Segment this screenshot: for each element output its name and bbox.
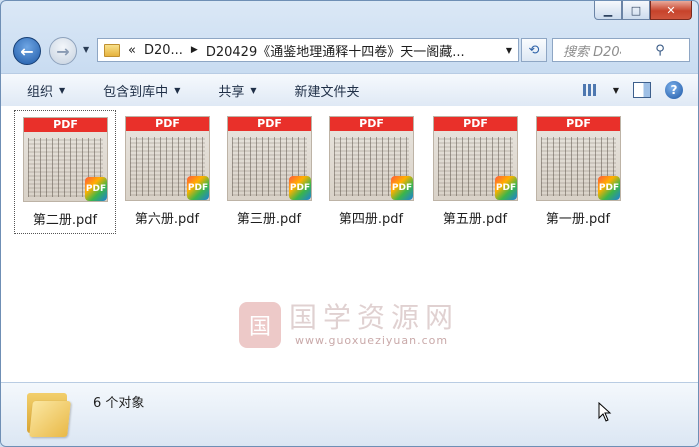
- watermark-text: 国学资源网: [289, 301, 460, 334]
- file-item[interactable]: PDF PDF 第五册.pdf: [425, 110, 525, 232]
- file-item[interactable]: PDF PDF 第二册.pdf: [14, 110, 116, 234]
- preview-pane-button[interactable]: [630, 78, 654, 102]
- pdf-app-icon: PDF: [289, 176, 311, 200]
- search-icon[interactable]: ⚲: [631, 43, 689, 58]
- share-label: 共享: [218, 84, 245, 100]
- help-icon: ?: [665, 81, 683, 99]
- breadcrumb-item-current[interactable]: D20429《通鉴地理通释十四卷》天一阁藏...: [206, 41, 465, 60]
- file-name: 第五册.pdf: [442, 212, 508, 227]
- pdf-app-icon: PDF: [495, 176, 517, 200]
- folder-icon: [25, 391, 71, 439]
- watermark: 国 国学资源网 www.guoxueziyuan.com: [239, 296, 459, 352]
- breadcrumb-chevron-icon[interactable]: ▶: [191, 45, 198, 55]
- navigation-bar: ← → ▼ « D20... ▶ D20429《通鉴地理通释十四卷》天一阁藏..…: [1, 37, 698, 65]
- new-folder-button[interactable]: 新建文件夹: [283, 77, 372, 103]
- file-name: 第三册.pdf: [236, 212, 302, 227]
- refresh-button[interactable]: ⟲: [521, 38, 547, 62]
- back-button[interactable]: ←: [13, 37, 41, 65]
- pdf-app-icon: PDF: [391, 176, 413, 200]
- pdf-thumbnail: PDF PDF: [23, 117, 108, 202]
- new-folder-label: 新建文件夹: [294, 84, 360, 100]
- breadcrumb-overflow[interactable]: «: [128, 43, 136, 58]
- pdf-thumbnail: PDF PDF: [536, 116, 621, 201]
- change-view-button[interactable]: [578, 78, 602, 102]
- command-bar: 组织 ▼ 包含到库中 ▼ 共享 ▼ 新建文件夹 ▼ ?: [1, 73, 698, 107]
- maximize-button[interactable]: □: [622, 1, 650, 20]
- pdf-thumbnail: PDF PDF: [329, 116, 414, 201]
- file-item[interactable]: PDF PDF 第四册.pdf: [321, 110, 421, 232]
- pdf-thumbnail: PDF PDF: [227, 116, 312, 201]
- file-name: 第二册.pdf: [32, 213, 98, 228]
- organize-label: 组织: [27, 84, 54, 100]
- address-bar[interactable]: « D20... ▶ D20429《通鉴地理通释十四卷》天一阁藏... ▼: [97, 38, 519, 62]
- pdf-app-icon: PDF: [187, 176, 209, 200]
- file-item[interactable]: PDF PDF 第三册.pdf: [219, 110, 319, 232]
- recent-pages-dropdown-icon[interactable]: ▼: [83, 45, 89, 54]
- refresh-icon: ⟲: [528, 42, 540, 58]
- back-arrow-icon: ←: [20, 41, 34, 61]
- file-name: 第一册.pdf: [545, 212, 611, 227]
- help-button[interactable]: ?: [662, 78, 686, 102]
- chevron-down-icon: ▼: [250, 85, 257, 95]
- pdf-app-icon: PDF: [598, 176, 620, 200]
- file-name: 第六册.pdf: [134, 212, 200, 227]
- watermark-seal: 国: [239, 302, 281, 348]
- view-icon: [583, 84, 597, 96]
- file-item[interactable]: PDF PDF 第一册.pdf: [528, 110, 628, 232]
- minimize-button[interactable]: ▁: [594, 1, 622, 20]
- details-pane: 6 个对象: [1, 382, 698, 446]
- chevron-down-icon: ▼: [174, 85, 181, 95]
- view-options-dropdown[interactable]: ▼: [610, 78, 622, 102]
- breadcrumb-item-parent[interactable]: D20...: [144, 43, 183, 58]
- pdf-app-icon: PDF: [85, 177, 107, 201]
- folder-icon: [104, 43, 120, 57]
- include-library-label: 包含到库中: [103, 84, 169, 100]
- file-name: 第四册.pdf: [338, 212, 404, 227]
- organize-menu[interactable]: 组织 ▼: [15, 77, 77, 103]
- mouse-cursor-icon: [598, 402, 612, 422]
- include-in-library-menu[interactable]: 包含到库中 ▼: [91, 77, 192, 103]
- pdf-thumbnail: PDF PDF: [125, 116, 210, 201]
- forward-button[interactable]: →: [49, 37, 77, 65]
- close-button[interactable]: ✕: [650, 1, 692, 20]
- search-placeholder: 搜索 D20429《...: [563, 44, 621, 60]
- forward-arrow-icon: →: [56, 41, 70, 61]
- preview-pane-icon: [633, 82, 651, 98]
- search-input[interactable]: 搜索 D20429《... ⚲: [552, 38, 690, 62]
- toolbar-right: ▼ ?: [570, 78, 686, 102]
- watermark-url: www.guoxueziyuan.com: [295, 334, 449, 347]
- pdf-thumbnail: PDF PDF: [433, 116, 518, 201]
- share-menu[interactable]: 共享 ▼: [206, 77, 268, 103]
- chevron-down-icon: ▼: [59, 85, 66, 95]
- explorer-window: ▁ □ ✕ ← → ▼ « D20... ▶ D20429《通鉴地理通释十四卷》…: [0, 0, 699, 447]
- address-dropdown-icon[interactable]: ▼: [506, 46, 512, 55]
- caption-buttons: ▁ □ ✕: [594, 1, 692, 20]
- item-count: 6 个对象: [93, 396, 145, 411]
- file-list[interactable]: PDF PDF 第二册.pdf PDF PDF 第六册.pdf PDF PDF 第三册…: [1, 106, 698, 382]
- file-item[interactable]: PDF PDF 第六册.pdf: [117, 110, 217, 232]
